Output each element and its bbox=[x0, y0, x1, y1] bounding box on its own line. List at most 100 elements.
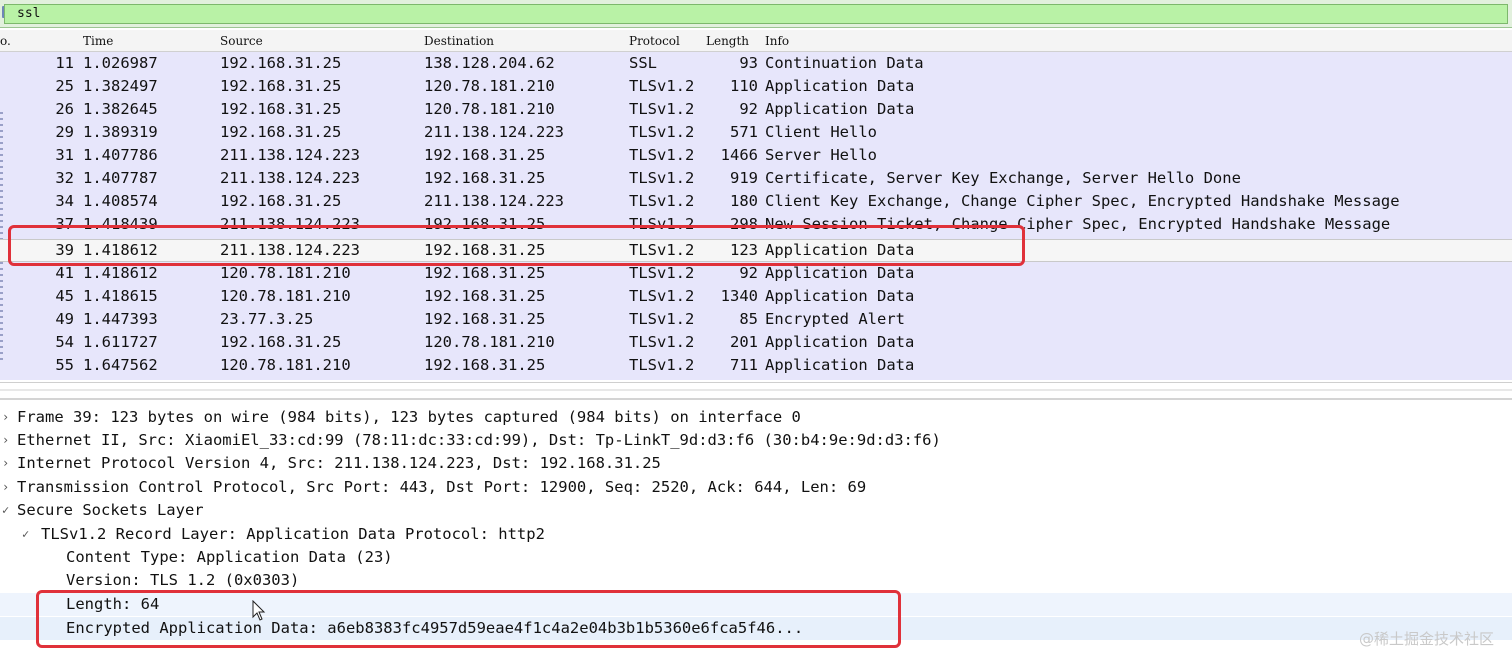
packet-length: 919 bbox=[730, 169, 758, 187]
packet-destination: 192.168.31.25 bbox=[424, 356, 546, 374]
packet-info: Application Data bbox=[765, 287, 915, 305]
packet-protocol: TLSv1.2 bbox=[629, 77, 695, 95]
packet-protocol: TLSv1.2 bbox=[629, 169, 695, 187]
packet-row[interactable]: 26 1.382645 192.168.31.25 120.78.181.210… bbox=[0, 98, 1512, 121]
column-protocol[interactable]: Protocol bbox=[629, 34, 680, 48]
tree-item-ethernet[interactable]: › Ethernet II, Src: XiaomiEl_33:cd:99 (7… bbox=[0, 429, 1512, 452]
expand-arrow-icon[interactable]: › bbox=[2, 476, 9, 499]
tree-item-label: Frame 39: 123 bytes on wire (984 bits), … bbox=[17, 408, 801, 426]
packet-destination: 192.168.31.25 bbox=[424, 146, 546, 164]
packet-row[interactable]: 34 1.408574 192.168.31.25 211.138.124.22… bbox=[0, 190, 1512, 213]
packet-time: 1.407786 bbox=[83, 146, 158, 164]
tree-item-tcp[interactable]: › Transmission Control Protocol, Src Por… bbox=[0, 476, 1512, 499]
packet-source: 120.78.181.210 bbox=[220, 287, 351, 305]
packet-row[interactable]: 55 1.647562 120.78.181.210 192.168.31.25… bbox=[0, 354, 1512, 377]
packet-source: 192.168.31.25 bbox=[220, 333, 342, 351]
packet-info: Application Data bbox=[765, 77, 915, 95]
packet-source: 192.168.31.25 bbox=[220, 54, 342, 72]
tree-item-label: Content Type: Application Data (23) bbox=[66, 548, 393, 566]
packet-length: 1466 bbox=[720, 146, 758, 164]
packet-destination: 192.168.31.25 bbox=[424, 169, 546, 187]
tree-item-frame[interactable]: › Frame 39: 123 bytes on wire (984 bits)… bbox=[0, 406, 1512, 429]
packet-source: 192.168.31.25 bbox=[220, 100, 342, 118]
packet-source: 23.77.3.25 bbox=[220, 310, 314, 328]
column-info[interactable]: Info bbox=[765, 34, 789, 48]
packet-destination: 211.138.124.223 bbox=[424, 192, 564, 210]
highlight-box-packet bbox=[8, 225, 1025, 266]
packet-row[interactable]: 32 1.407787 211.138.124.223 192.168.31.2… bbox=[0, 167, 1512, 190]
column-length[interactable]: Length bbox=[706, 34, 749, 48]
column-destination[interactable]: Destination bbox=[424, 34, 494, 48]
packet-protocol: TLSv1.2 bbox=[629, 100, 695, 118]
packet-info: Application Data bbox=[765, 333, 915, 351]
display-filter-input[interactable]: ssl bbox=[4, 4, 1508, 24]
packet-row[interactable]: 45 1.418615 120.78.181.210 192.168.31.25… bbox=[0, 285, 1512, 308]
tree-item-tls-record[interactable]: ✓ TLSv1.2 Record Layer: Application Data… bbox=[0, 523, 1512, 546]
packet-time: 1.407787 bbox=[83, 169, 158, 187]
packet-length: 571 bbox=[730, 123, 758, 141]
tree-item-version[interactable]: Version: TLS 1.2 (0x0303) bbox=[0, 569, 1512, 592]
packet-time: 1.418615 bbox=[83, 287, 158, 305]
tree-item-label: Secure Sockets Layer bbox=[17, 501, 204, 519]
packet-time: 1.026987 bbox=[83, 54, 158, 72]
tree-item-ipv4[interactable]: › Internet Protocol Version 4, Src: 211.… bbox=[0, 452, 1512, 475]
packet-time: 1.408574 bbox=[83, 192, 158, 210]
packet-time: 1.611727 bbox=[83, 333, 158, 351]
packet-length: 711 bbox=[730, 356, 758, 374]
tree-item-label: Ethernet II, Src: XiaomiEl_33:cd:99 (78:… bbox=[17, 431, 941, 449]
packet-time: 1.382497 bbox=[83, 77, 158, 95]
packet-row[interactable]: 54 1.611727 192.168.31.25 120.78.181.210… bbox=[0, 331, 1512, 354]
packet-no: 32 bbox=[55, 169, 74, 187]
packet-no: 45 bbox=[55, 287, 74, 305]
packet-row[interactable]: 31 1.407786 211.138.124.223 192.168.31.2… bbox=[0, 144, 1512, 167]
packet-row[interactable]: 49 1.447393 23.77.3.25 192.168.31.25 TLS… bbox=[0, 308, 1512, 331]
packet-destination: 211.138.124.223 bbox=[424, 123, 564, 141]
display-filter-bar: ssl bbox=[0, 0, 1512, 28]
expand-arrow-icon[interactable]: › bbox=[2, 452, 9, 475]
packet-source: 120.78.181.210 bbox=[220, 356, 351, 374]
packet-destination: 138.128.204.62 bbox=[424, 54, 555, 72]
packet-info: Continuation Data bbox=[765, 54, 924, 72]
highlight-box-details bbox=[36, 590, 901, 648]
packet-protocol: TLSv1.2 bbox=[629, 310, 695, 328]
packet-protocol: TLSv1.2 bbox=[629, 287, 695, 305]
packet-no: 25 bbox=[55, 77, 74, 95]
packet-source: 211.138.124.223 bbox=[220, 169, 360, 187]
column-time[interactable]: Time bbox=[83, 34, 113, 48]
packet-source: 192.168.31.25 bbox=[220, 192, 342, 210]
packet-length: 180 bbox=[730, 192, 758, 210]
packet-destination: 192.168.31.25 bbox=[424, 287, 546, 305]
expand-arrow-icon[interactable]: › bbox=[2, 406, 9, 429]
tree-item-label: TLSv1.2 Record Layer: Application Data P… bbox=[41, 525, 545, 543]
tree-item-content-type[interactable]: Content Type: Application Data (23) bbox=[0, 546, 1512, 569]
pane-splitter[interactable] bbox=[0, 382, 1512, 400]
packet-no: 54 bbox=[55, 333, 74, 351]
packet-length: 92 bbox=[739, 100, 758, 118]
packet-protocol: TLSv1.2 bbox=[629, 356, 695, 374]
packet-row[interactable]: 11 1.026987 192.168.31.25 138.128.204.62… bbox=[0, 52, 1512, 75]
packet-time: 1.382645 bbox=[83, 100, 158, 118]
packet-protocol: SSL bbox=[629, 54, 657, 72]
packet-destination: 120.78.181.210 bbox=[424, 77, 555, 95]
column-source[interactable]: Source bbox=[220, 34, 263, 48]
mouse-cursor-icon bbox=[252, 600, 266, 621]
collapse-arrow-icon[interactable]: ✓ bbox=[2, 499, 9, 522]
packet-time: 1.647562 bbox=[83, 356, 158, 374]
packet-no: 49 bbox=[55, 310, 74, 328]
expand-arrow-icon[interactable]: › bbox=[2, 429, 9, 452]
packet-row[interactable]: 29 1.389319 192.168.31.25 211.138.124.22… bbox=[0, 121, 1512, 144]
collapse-arrow-icon[interactable]: ✓ bbox=[22, 523, 29, 546]
packet-source: 192.168.31.25 bbox=[220, 123, 342, 141]
packet-protocol: TLSv1.2 bbox=[629, 333, 695, 351]
packet-list: 11 1.026987 192.168.31.25 138.128.204.62… bbox=[0, 52, 1512, 380]
packet-row[interactable]: 25 1.382497 192.168.31.25 120.78.181.210… bbox=[0, 75, 1512, 98]
tree-item-ssl[interactable]: ✓ Secure Sockets Layer bbox=[0, 499, 1512, 522]
packet-protocol: TLSv1.2 bbox=[629, 123, 695, 141]
packet-destination: 120.78.181.210 bbox=[424, 100, 555, 118]
packet-destination: 192.168.31.25 bbox=[424, 310, 546, 328]
tree-item-label: Transmission Control Protocol, Src Port:… bbox=[17, 478, 867, 496]
packet-destination: 120.78.181.210 bbox=[424, 333, 555, 351]
column-no[interactable]: o. bbox=[0, 34, 11, 48]
packet-no: 31 bbox=[55, 146, 74, 164]
packet-no: 34 bbox=[55, 192, 74, 210]
